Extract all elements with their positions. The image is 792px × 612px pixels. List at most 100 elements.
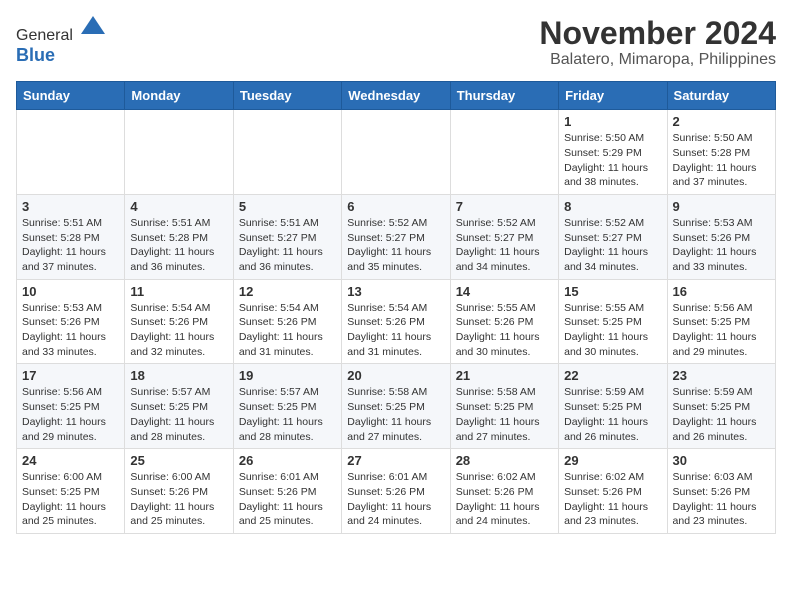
day-number: 28 (456, 453, 553, 468)
calendar-day-cell: 20Sunrise: 5:58 AMSunset: 5:25 PMDayligh… (342, 364, 450, 449)
day-info: Sunrise: 5:55 AMSunset: 5:26 PMDaylight:… (456, 302, 540, 358)
day-number: 10 (22, 284, 119, 299)
day-info: Sunrise: 5:57 AMSunset: 5:25 PMDaylight:… (130, 386, 214, 442)
day-number: 11 (130, 284, 227, 299)
calendar-day-cell: 17 Sunrise: 5:56 AMSunset: 5:25 PMDayligh… (17, 364, 125, 449)
calendar-day-cell (233, 110, 341, 195)
logo: General Blue (16, 16, 107, 66)
day-number: 18 (130, 368, 227, 383)
calendar-day-cell: 22Sunrise: 5:59 AMSunset: 5:25 PMDayligh… (559, 364, 667, 449)
calendar-day-cell: 3 Sunrise: 5:51 AMSunset: 5:28 PMDaylight… (17, 194, 125, 279)
calendar-day-cell: 23Sunrise: 5:59 AMSunset: 5:25 PMDayligh… (667, 364, 775, 449)
calendar-day-cell: 29 Sunrise: 6:02 AMSunset: 5:26 PMDayligh… (559, 449, 667, 534)
day-info: Sunrise: 5:54 AMSunset: 5:26 PMDaylight:… (130, 302, 214, 358)
calendar-week-row: 3 Sunrise: 5:51 AMSunset: 5:28 PMDaylight… (17, 194, 776, 279)
calendar-day-cell: 25 Sunrise: 6:00 AMSunset: 5:26 PMDayligh… (125, 449, 233, 534)
calendar-day-header: Wednesday (342, 82, 450, 110)
day-info: Sunrise: 5:51 AMSunset: 5:28 PMDaylight:… (130, 217, 214, 273)
calendar-day-cell (125, 110, 233, 195)
day-info: Sunrise: 5:56 AMSunset: 5:25 PMDaylight:… (22, 386, 106, 442)
day-info: Sunrise: 6:00 AMSunset: 5:25 PMDaylight:… (22, 471, 106, 527)
day-info: Sunrise: 5:53 AMSunset: 5:26 PMDaylight:… (22, 302, 106, 358)
page-title: November 2024 (539, 16, 776, 51)
day-info: Sunrise: 6:03 AMSunset: 5:26 PMDaylight:… (673, 471, 757, 527)
day-number: 17 (22, 368, 119, 383)
calendar-day-cell (450, 110, 558, 195)
calendar-day-cell: 1 Sunrise: 5:50 AMSunset: 5:29 PMDaylight… (559, 110, 667, 195)
calendar-day-cell: 2Sunrise: 5:50 AMSunset: 5:28 PMDaylight… (667, 110, 775, 195)
calendar-day-cell (342, 110, 450, 195)
day-info: Sunrise: 5:58 AMSunset: 5:25 PMDaylight:… (456, 386, 540, 442)
calendar-day-cell: 14 Sunrise: 5:55 AMSunset: 5:26 PMDayligh… (450, 279, 558, 364)
day-info: Sunrise: 5:52 AMSunset: 5:27 PMDaylight:… (456, 217, 540, 273)
calendar-day-header: Monday (125, 82, 233, 110)
day-info: Sunrise: 6:01 AMSunset: 5:26 PMDaylight:… (239, 471, 323, 527)
calendar-day-header: Tuesday (233, 82, 341, 110)
header: General Blue November 2024 Balatero, Mim… (16, 16, 776, 69)
day-info: Sunrise: 5:50 AMSunset: 5:29 PMDaylight:… (564, 132, 648, 188)
calendar-day-cell: 9Sunrise: 5:53 AMSunset: 5:26 PMDaylight… (667, 194, 775, 279)
day-number: 27 (347, 453, 444, 468)
day-number: 1 (564, 114, 661, 129)
day-number: 21 (456, 368, 553, 383)
page-subtitle: Balatero, Mimaropa, Philippines (539, 51, 776, 69)
day-info: Sunrise: 5:59 AMSunset: 5:25 PMDaylight:… (673, 386, 757, 442)
day-number: 9 (673, 199, 770, 214)
day-number: 24 (22, 453, 119, 468)
calendar-week-row: 17 Sunrise: 5:56 AMSunset: 5:25 PMDayligh… (17, 364, 776, 449)
day-info: Sunrise: 5:52 AMSunset: 5:27 PMDaylight:… (347, 217, 431, 273)
day-number: 3 (22, 199, 119, 214)
calendar-day-cell: 16 Sunrise: 5:56 AMSunset: 5:25 PMDayligh… (667, 279, 775, 364)
day-info: Sunrise: 5:56 AMSunset: 5:25 PMDaylight:… (673, 302, 757, 358)
calendar-day-cell: 13Sunrise: 5:54 AMSunset: 5:26 PMDayligh… (342, 279, 450, 364)
day-number: 7 (456, 199, 553, 214)
calendar-table: SundayMondayTuesdayWednesdayThursdayFrid… (16, 81, 776, 534)
calendar-day-header: Sunday (17, 82, 125, 110)
day-info: Sunrise: 6:00 AMSunset: 5:26 PMDaylight:… (130, 471, 214, 527)
day-info: Sunrise: 5:51 AMSunset: 5:27 PMDaylight:… (239, 217, 323, 273)
title-area: November 2024 Balatero, Mimaropa, Philip… (539, 16, 776, 69)
day-number: 8 (564, 199, 661, 214)
day-number: 5 (239, 199, 336, 214)
day-info: Sunrise: 6:02 AMSunset: 5:26 PMDaylight:… (564, 471, 648, 527)
logo-general-text: General (16, 27, 73, 44)
day-info: Sunrise: 5:54 AMSunset: 5:26 PMDaylight:… (239, 302, 323, 358)
calendar-day-cell: 18 Sunrise: 5:57 AMSunset: 5:25 PMDayligh… (125, 364, 233, 449)
day-number: 14 (456, 284, 553, 299)
calendar-day-cell: 12 Sunrise: 5:54 AMSunset: 5:26 PMDayligh… (233, 279, 341, 364)
calendar-day-cell: 5 Sunrise: 5:51 AMSunset: 5:27 PMDaylight… (233, 194, 341, 279)
calendar-day-cell: 24 Sunrise: 6:00 AMSunset: 5:25 PMDayligh… (17, 449, 125, 534)
day-info: Sunrise: 6:01 AMSunset: 5:26 PMDaylight:… (347, 471, 431, 527)
calendar-day-cell: 30 Sunrise: 6:03 AMSunset: 5:26 PMDayligh… (667, 449, 775, 534)
calendar-header-row: SundayMondayTuesdayWednesdayThursdayFrid… (17, 82, 776, 110)
day-info: Sunrise: 5:54 AMSunset: 5:26 PMDaylight:… (347, 302, 431, 358)
day-number: 30 (673, 453, 770, 468)
day-number: 29 (564, 453, 661, 468)
day-number: 4 (130, 199, 227, 214)
calendar-day-header: Friday (559, 82, 667, 110)
calendar-day-cell: 21 Sunrise: 5:58 AMSunset: 5:25 PMDayligh… (450, 364, 558, 449)
day-info: Sunrise: 5:58 AMSunset: 5:25 PMDaylight:… (347, 386, 431, 442)
day-number: 25 (130, 453, 227, 468)
day-info: Sunrise: 5:57 AMSunset: 5:25 PMDaylight:… (239, 386, 323, 442)
calendar-day-cell: 26 Sunrise: 6:01 AMSunset: 5:26 PMDayligh… (233, 449, 341, 534)
day-number: 16 (673, 284, 770, 299)
calendar-day-cell: 27 Sunrise: 6:01 AMSunset: 5:26 PMDayligh… (342, 449, 450, 534)
page: General Blue November 2024 Balatero, Mim… (0, 0, 792, 550)
calendar-day-header: Saturday (667, 82, 775, 110)
calendar-week-row: 24 Sunrise: 6:00 AMSunset: 5:25 PMDayligh… (17, 449, 776, 534)
day-info: Sunrise: 5:51 AMSunset: 5:28 PMDaylight:… (22, 217, 106, 273)
calendar-day-cell: 15 Sunrise: 5:55 AMSunset: 5:25 PMDayligh… (559, 279, 667, 364)
day-number: 15 (564, 284, 661, 299)
calendar-day-cell: 4 Sunrise: 5:51 AMSunset: 5:28 PMDaylight… (125, 194, 233, 279)
calendar-day-cell: 8Sunrise: 5:52 AMSunset: 5:27 PMDaylight… (559, 194, 667, 279)
day-number: 6 (347, 199, 444, 214)
day-number: 19 (239, 368, 336, 383)
day-number: 12 (239, 284, 336, 299)
logo-blue-text: Blue (16, 45, 55, 65)
day-info: Sunrise: 5:55 AMSunset: 5:25 PMDaylight:… (564, 302, 648, 358)
logo-icon (79, 12, 107, 40)
day-number: 26 (239, 453, 336, 468)
calendar-day-cell (17, 110, 125, 195)
calendar-day-cell: 28Sunrise: 6:02 AMSunset: 5:26 PMDayligh… (450, 449, 558, 534)
